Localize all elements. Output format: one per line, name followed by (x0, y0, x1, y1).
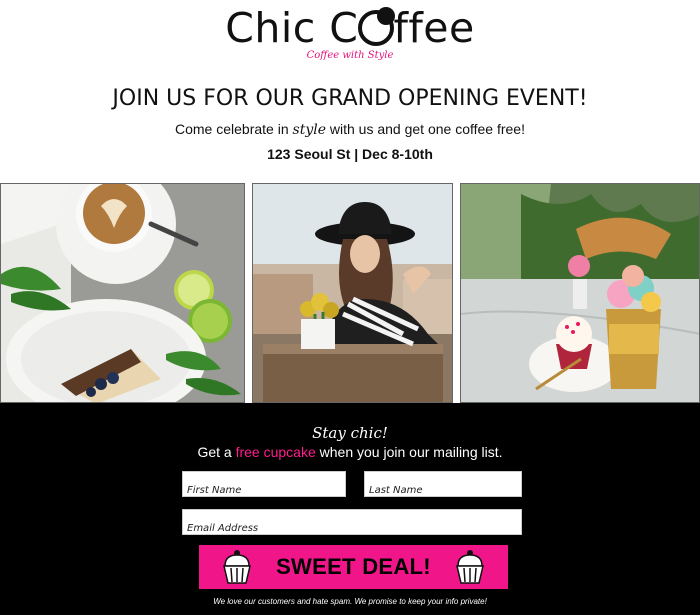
mailing-list-signup: Stay chic! Get a free cupcake when you j… (0, 403, 700, 615)
brand-logo[interactable]: Chic C ffee (0, 2, 700, 54)
offer-start: Get a (197, 444, 236, 460)
privacy-note: We love our customers and hate spam. We … (213, 597, 487, 606)
event-location-date: 123 Seoul St | Dec 8-10th (267, 146, 433, 162)
latte-and-cake-photo (0, 183, 245, 403)
subline-style-word: style (292, 122, 326, 138)
coffee-cup-logo-icon (358, 7, 396, 46)
offer-highlight: free cupcake (235, 444, 316, 460)
stay-chic-heading: Stay chic! (312, 424, 388, 442)
brand-name-start: Chic C (225, 4, 359, 52)
first-name-field[interactable]: First Name (182, 471, 346, 497)
cupcake-icon (455, 549, 485, 585)
brand-name-end: ffee (393, 4, 475, 52)
woman-in-hat-photo (252, 183, 453, 403)
email-field[interactable]: Email Address (182, 509, 522, 535)
offer-end: when you join our mailing list. (315, 444, 503, 460)
last-name-field[interactable]: Last Name (364, 471, 522, 497)
photo-strip (0, 183, 700, 403)
sweet-deal-button[interactable]: SWEET DEAL! (199, 545, 508, 589)
brand-tagline: Coffee with Style (306, 50, 394, 61)
page-header: Chic C ffee Coffee with Style JOIN US FOR… (0, 0, 700, 183)
subline-end: with us and get one coffee free! (326, 121, 525, 137)
cupcake-icon (222, 549, 252, 585)
event-subheadline: Come celebrate in style with us and get … (0, 121, 700, 138)
cupcake-and-dessert-photo (460, 183, 700, 403)
signup-offer-text: Get a free cupcake when you join our mai… (0, 444, 700, 460)
subline-start: Come celebrate in (175, 121, 293, 137)
event-headline: JOIN US FOR OUR GRAND OPENING EVENT! (112, 86, 588, 111)
sweet-deal-label: SWEET DEAL! (276, 554, 431, 579)
